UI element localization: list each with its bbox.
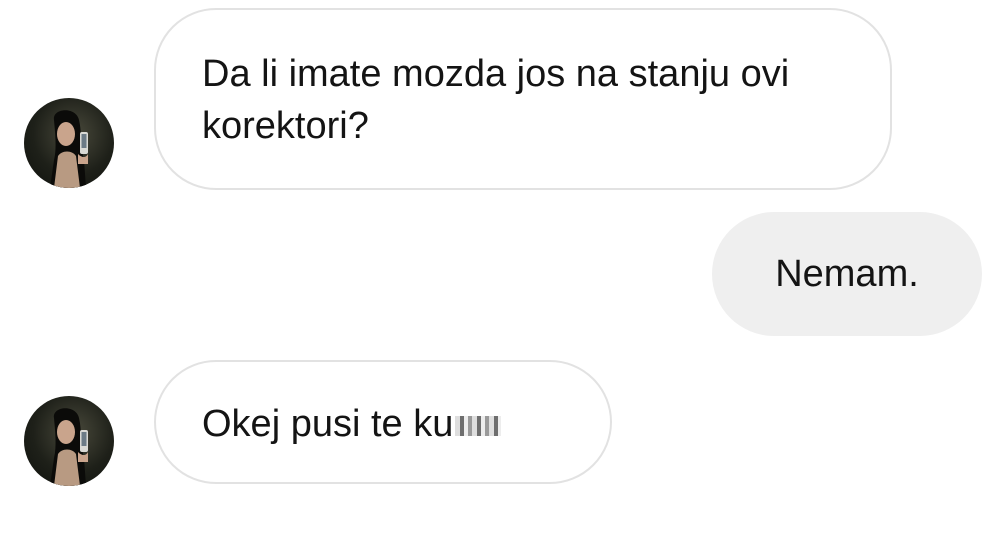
- profile-photo-icon: [50, 110, 88, 188]
- sender-avatar[interactable]: [24, 98, 114, 188]
- sender-avatar[interactable]: [24, 396, 114, 486]
- message-text: Nemam.: [775, 253, 919, 295]
- incoming-message-bubble[interactable]: Da li imate mozda jos na stanju ovi kore…: [154, 8, 892, 190]
- profile-photo-icon: [50, 408, 88, 486]
- message-text: Okej pusi te ku: [202, 403, 454, 445]
- incoming-message-bubble[interactable]: Okej pusi te ku: [154, 360, 612, 484]
- outgoing-message-bubble[interactable]: Nemam.: [712, 212, 982, 336]
- censored-text-blur: [455, 415, 502, 436]
- message-text: Da li imate mozda jos na stanju ovi kore…: [202, 53, 790, 147]
